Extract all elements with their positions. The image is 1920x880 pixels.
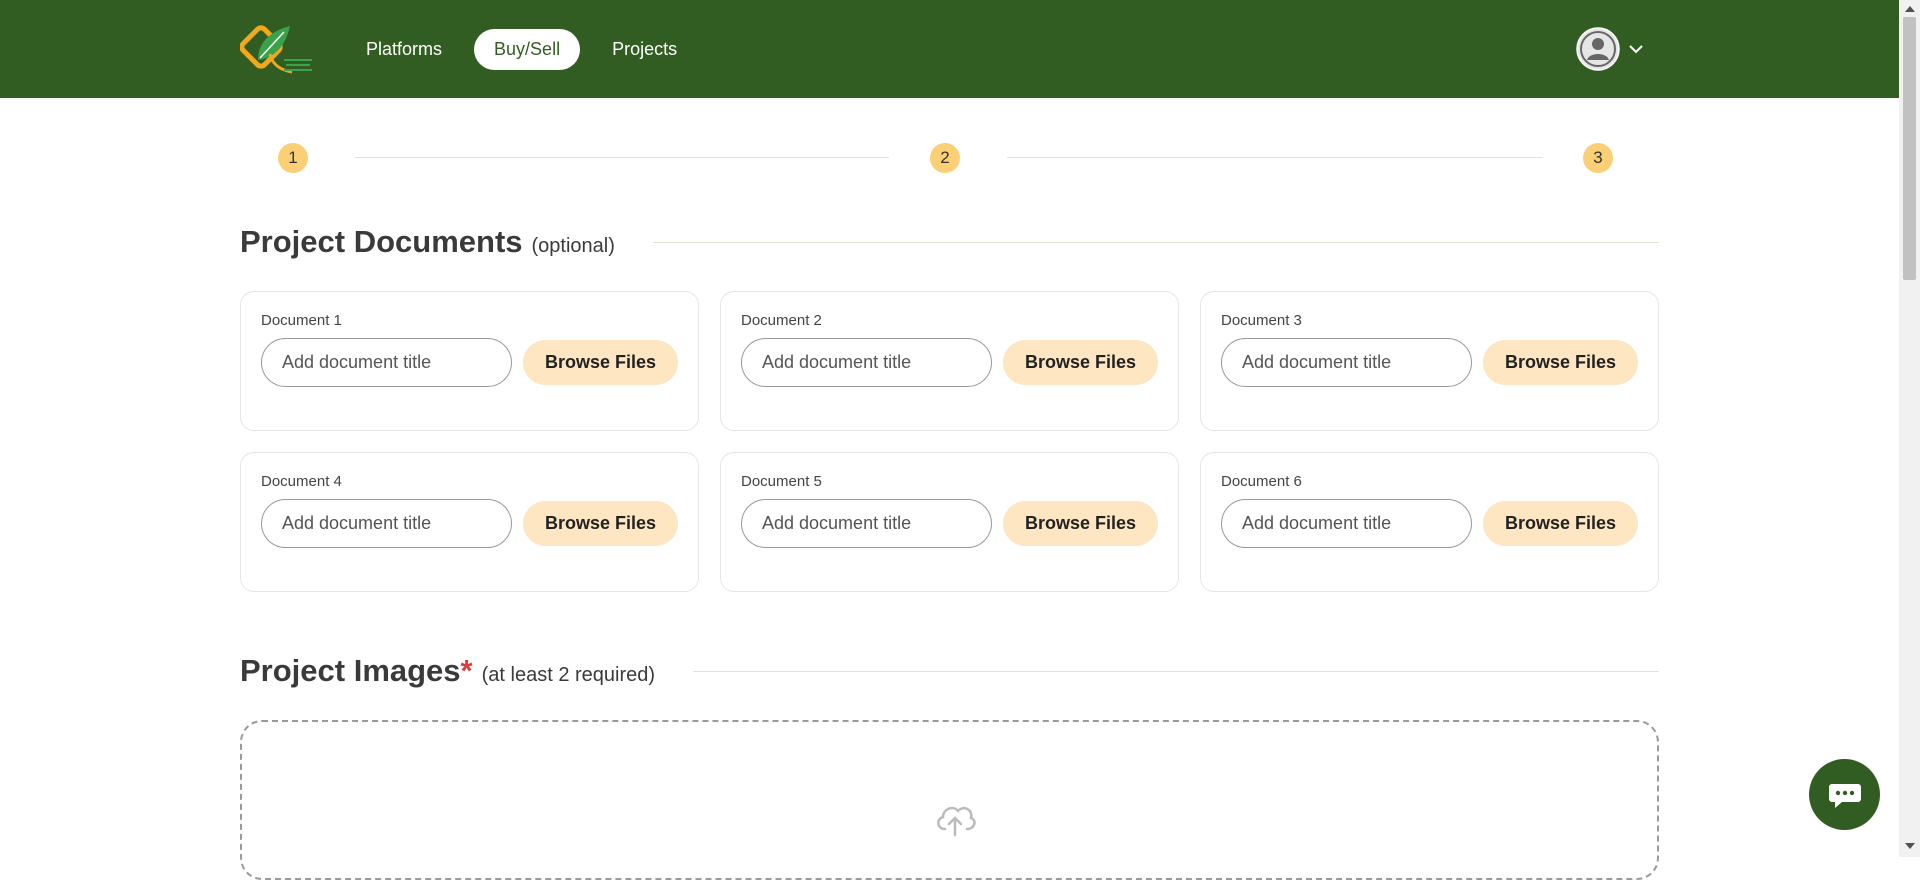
vertical-scrollbar[interactable] <box>1899 0 1920 857</box>
document-grid: Document 1 Browse Files Document 2 Brows… <box>240 291 1659 592</box>
nav-buy-sell[interactable]: Buy/Sell <box>474 29 581 70</box>
browse-files-button[interactable]: Browse Files <box>1003 501 1158 546</box>
document-card: Document 3 Browse Files <box>1200 291 1659 431</box>
document-title-input[interactable] <box>741 338 992 387</box>
browse-files-button[interactable]: Browse Files <box>1483 340 1638 385</box>
document-card: Document 2 Browse Files <box>720 291 1179 431</box>
step-connector <box>1007 157 1543 158</box>
progress-stepper: 1 2 3 <box>278 143 1614 173</box>
step-connector <box>355 157 889 158</box>
document-card: Document 4 Browse Files <box>240 452 699 592</box>
browse-files-button[interactable]: Browse Files <box>1483 501 1638 546</box>
browse-files-button[interactable]: Browse Files <box>1003 340 1158 385</box>
document-title-input[interactable] <box>741 499 992 548</box>
top-navbar: Platforms Buy/Sell Projects <box>0 0 1899 98</box>
document-label: Document 1 <box>261 312 342 329</box>
document-title-input[interactable] <box>261 499 512 548</box>
step-1: 1 <box>278 143 308 173</box>
document-title-input[interactable] <box>1221 338 1472 387</box>
document-title-input[interactable] <box>1221 499 1472 548</box>
document-label: Document 2 <box>741 312 822 329</box>
step-3: 3 <box>1583 143 1613 173</box>
document-label: Document 5 <box>741 473 822 490</box>
chevron-down-icon[interactable] <box>1626 39 1646 59</box>
section-divider <box>652 241 1659 243</box>
documents-optional-note: (optional) <box>531 235 615 257</box>
browse-files-button[interactable]: Browse Files <box>523 501 678 546</box>
document-card: Document 5 Browse Files <box>720 452 1179 592</box>
browse-files-button[interactable]: Browse Files <box>523 340 678 385</box>
chat-bubble-icon <box>1828 783 1861 808</box>
documents-section-header: Project Documents (optional) <box>240 224 1659 260</box>
nav-platforms[interactable]: Platforms <box>346 29 462 70</box>
images-title: Project Images <box>240 653 461 688</box>
scrollbar-thumb[interactable] <box>1903 17 1916 280</box>
section-divider <box>693 670 1659 672</box>
main-nav: Platforms Buy/Sell Projects <box>346 29 709 70</box>
images-section-header: Project Images * (at least 2 required) <box>240 653 1659 689</box>
user-menu[interactable] <box>1576 27 1646 71</box>
scroll-down-arrow-icon[interactable] <box>1905 843 1915 849</box>
step-2: 2 <box>930 143 960 173</box>
document-card: Document 1 Browse Files <box>240 291 699 431</box>
document-title-input[interactable] <box>261 338 512 387</box>
required-marker: * <box>460 653 473 688</box>
documents-title: Project Documents <box>240 224 523 259</box>
document-label: Document 3 <box>1221 312 1302 329</box>
cloud-upload-icon <box>937 806 976 837</box>
user-avatar-icon[interactable] <box>1576 27 1620 71</box>
images-required-note: (at least 2 required) <box>481 664 656 686</box>
document-label: Document 6 <box>1221 473 1302 490</box>
chat-button[interactable] <box>1809 759 1880 830</box>
nav-projects[interactable]: Projects <box>592 29 697 70</box>
image-dropzone[interactable] <box>240 720 1659 880</box>
leaf-logo-icon[interactable] <box>240 20 316 80</box>
document-card: Document 6 Browse Files <box>1200 452 1659 592</box>
document-label: Document 4 <box>261 473 342 490</box>
scroll-up-arrow-icon[interactable] <box>1905 6 1915 12</box>
